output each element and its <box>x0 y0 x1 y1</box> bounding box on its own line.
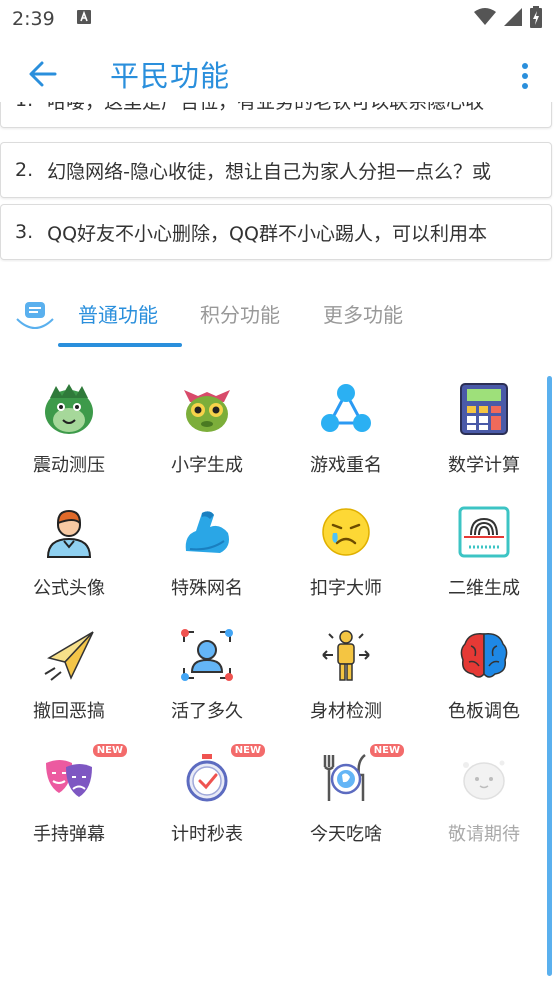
feature-label: 今天吃啥 <box>310 824 382 845</box>
feature-label: 二维生成 <box>448 578 520 599</box>
feature-label: 敬请期待 <box>448 824 520 845</box>
feature-item[interactable]: 小字生成 <box>138 365 276 483</box>
feature-item[interactable]: 二维生成 <box>415 488 553 606</box>
brain-icon <box>454 625 514 685</box>
page-title: 平民功能 <box>110 59 231 93</box>
feature-item[interactable]: 敬请期待 <box>415 734 553 852</box>
status-bar: 2:39 <box>0 0 554 38</box>
notice-list: 1. 哈喽，这里是广告位，有业务的老铁可以联系隐心收 2. 幻隐网络-隐心收徒，… <box>0 102 554 262</box>
theater-masks-icon: NEW <box>39 744 127 808</box>
feature-label: 手持弹幕 <box>33 824 105 845</box>
bug-face-icon <box>177 379 237 439</box>
tab-more-features[interactable]: 更多功能 <box>323 299 403 328</box>
new-badge: NEW <box>230 744 265 757</box>
feature-item[interactable]: 特殊网名 <box>138 488 276 606</box>
notice-item[interactable]: 2. 幻隐网络-隐心收徒，想让自己为家人分担一点么？或 <box>0 142 552 198</box>
feature-item[interactable]: 数学计算 <box>415 365 553 483</box>
person-avatar-icon <box>39 502 99 562</box>
tab-normal-features[interactable]: 普通功能 <box>78 299 158 328</box>
feature-item[interactable]: 扣字大师 <box>277 488 415 606</box>
tab-points-features[interactable]: 积分功能 <box>200 299 280 328</box>
feature-item[interactable]: 公式头像 <box>0 488 138 606</box>
paper-plane-icon <box>39 625 99 685</box>
feature-item[interactable]: 活了多久 <box>138 611 276 729</box>
feature-label: 数学计算 <box>448 455 520 476</box>
more-vert-icon <box>522 63 528 89</box>
feature-label: 游戏重名 <box>310 455 382 476</box>
ghost-placeholder-icon <box>454 748 514 808</box>
feature-label: 身材检测 <box>310 701 382 722</box>
tab-indicator <box>58 343 182 347</box>
notice-text: QQ好友不小心删除，QQ群不小心踢人，可以利用本 <box>47 222 487 245</box>
feature-item[interactable]: 震动测压 <box>0 365 138 483</box>
stopwatch-icon: NEW <box>177 744 265 808</box>
wifi-icon <box>474 8 496 30</box>
body-measure-icon <box>316 625 376 685</box>
app-bar: 平民功能 <box>0 38 554 110</box>
feature-item[interactable]: 游戏重名 <box>277 365 415 483</box>
notice-text: 幻隐网络-隐心收徒，想让自己为家人分担一点么？或 <box>47 160 491 183</box>
feature-item[interactable]: 撤回恶搞 <box>0 611 138 729</box>
feature-item[interactable]: NEW 计时秒表 <box>138 734 276 852</box>
feature-label: 撤回恶搞 <box>33 701 105 722</box>
feature-tabs: 普通功能 积分功能 更多功能 <box>0 283 554 349</box>
feature-label: 震动测压 <box>33 455 105 476</box>
new-badge: NEW <box>92 744 127 757</box>
feature-label: 公式头像 <box>33 578 105 599</box>
signal-icon <box>504 8 522 30</box>
status-time: 2:39 <box>12 8 55 30</box>
feature-label: 色板调色 <box>448 701 520 722</box>
face-scan-icon <box>177 625 237 685</box>
feature-label: 扣字大师 <box>310 578 382 599</box>
fingerprint-scan-icon <box>454 502 514 562</box>
notice-number: 3. <box>15 221 34 243</box>
back-button[interactable] <box>0 38 86 110</box>
share-network-icon <box>316 379 376 439</box>
dinner-plate-icon: NEW <box>316 744 404 808</box>
notice-item[interactable]: 3. QQ好友不小心删除，QQ群不小心踢人，可以利用本 <box>0 204 552 260</box>
feature-label: 计时秒表 <box>171 824 243 845</box>
more-options-button[interactable] <box>510 58 540 94</box>
feature-item[interactable]: NEW 手持弹幕 <box>0 734 138 852</box>
notification-a-icon <box>76 8 91 30</box>
notice-text: 哈喽，这里是广告位，有业务的老铁可以联系隐心收 <box>47 102 484 114</box>
monster-face-icon <box>39 379 99 439</box>
feature-item[interactable]: NEW 今天吃啥 <box>277 734 415 852</box>
calculator-icon <box>454 379 514 439</box>
feature-label: 小字生成 <box>171 455 243 476</box>
notice-number: 1. <box>15 102 33 111</box>
battery-charging-icon <box>530 6 542 32</box>
feature-item[interactable]: 色板调色 <box>415 611 553 729</box>
notice-item[interactable]: 1. 哈喽，这里是广告位，有业务的老铁可以联系隐心收 <box>0 102 552 128</box>
flexed-arm-icon <box>177 502 237 562</box>
notice-number: 2. <box>15 159 34 181</box>
new-badge: NEW <box>369 744 404 757</box>
feature-label: 特殊网名 <box>171 578 243 599</box>
arrow-left-icon <box>29 61 57 87</box>
feature-label: 活了多久 <box>171 701 243 722</box>
tab-bar-icon <box>14 293 56 335</box>
feature-item[interactable]: 身材检测 <box>277 611 415 729</box>
sad-face-icon <box>316 502 376 562</box>
